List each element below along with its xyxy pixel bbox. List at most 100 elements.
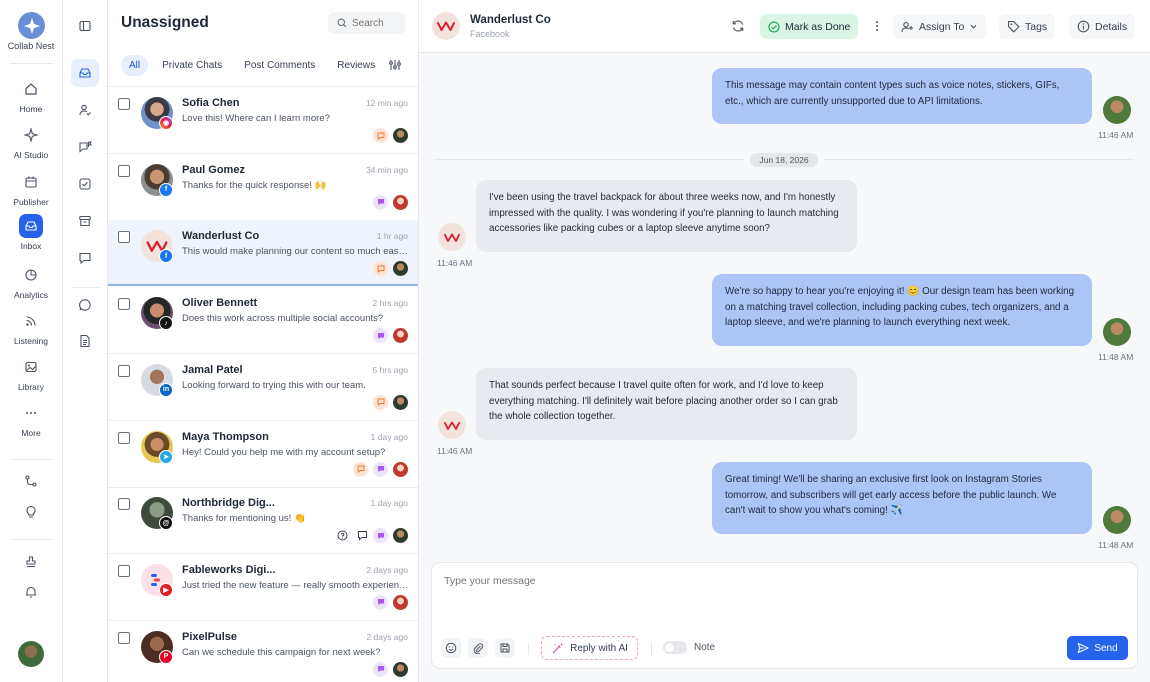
rail-item-analytics[interactable]: Analytics — [0, 263, 62, 303]
done-checkbox-icon[interactable] — [71, 170, 99, 198]
search-box[interactable] — [328, 12, 405, 34]
rail-item-more[interactable]: More — [0, 401, 62, 441]
check-circle-icon — [768, 20, 780, 33]
attachment-icon[interactable] — [468, 638, 488, 658]
filter-settings-icon[interactable] — [388, 58, 402, 77]
search-icon — [337, 18, 347, 28]
rail-item-label: Analytics — [13, 290, 48, 300]
select-checkbox[interactable] — [118, 498, 130, 511]
conversation-row[interactable]: ➤ Maya Thompson 1 day ago Hey! Could you he… — [108, 421, 418, 487]
rss-icon — [19, 309, 43, 333]
workflow-icon[interactable] — [19, 469, 43, 493]
message-time: 2 hrs ago — [372, 298, 408, 309]
more-vertical-icon[interactable] — [868, 17, 886, 35]
conversation-row[interactable]: @ Northbridge Dig... 1 day ago Thanks for m… — [108, 487, 418, 553]
magic-wand-icon — [552, 642, 564, 653]
assignee-avatar — [393, 128, 408, 143]
assign-to-label: Assign To — [919, 20, 965, 33]
rail-item-home[interactable]: Home — [0, 77, 62, 117]
notification-bell-icon[interactable] — [19, 580, 43, 604]
help-icon[interactable] — [337, 530, 348, 541]
collapse-panel-icon[interactable] — [71, 12, 99, 40]
more-dots-icon — [19, 401, 43, 425]
conversation-row[interactable]: ◉ Sofia Chen 12 min ago Love this! Where ca… — [108, 87, 418, 153]
lightbulb-icon[interactable] — [19, 500, 43, 524]
rail-item-library[interactable]: Library — [0, 355, 62, 395]
stamp-icon[interactable] — [19, 550, 43, 574]
conversation-row[interactable]: ♪ Oliver Bennett 2 hrs ago Does this work a… — [108, 287, 418, 353]
facebook-icon: f — [159, 182, 173, 197]
rail-item-ai-studio[interactable]: AI Studio — [0, 123, 62, 163]
comment-icon[interactable] — [71, 244, 99, 272]
filter-tab-private-chats[interactable]: Private Chats — [154, 55, 230, 76]
mark-as-done-button[interactable]: Mark as Done — [760, 14, 859, 39]
instagram-icon: ◉ — [159, 116, 173, 130]
facebook-icon: f — [159, 249, 173, 264]
tiktok-icon: ♪ — [159, 316, 173, 331]
message-preview: Looking forward to trying this with our … — [182, 379, 366, 391]
tags-button[interactable]: Tags — [999, 14, 1056, 39]
chevron-down-icon — [970, 24, 977, 29]
message-icon[interactable] — [357, 530, 368, 541]
message-time: 1 day ago — [370, 498, 408, 509]
select-checkbox[interactable] — [118, 164, 130, 177]
message-bubble-incoming: I've been using the travel backpack for … — [476, 180, 857, 252]
youtube-icon: ▶ — [159, 582, 173, 597]
calendar-icon — [19, 170, 43, 194]
contact-name: Jamal Patel — [182, 363, 243, 376]
user-avatar[interactable] — [18, 641, 44, 667]
message-preview: Does this work across multiple social ac… — [182, 313, 384, 325]
emoji-icon[interactable] — [441, 638, 461, 658]
select-checkbox[interactable] — [118, 431, 130, 444]
app-logo[interactable] — [18, 12, 45, 39]
send-button[interactable]: Send — [1067, 636, 1128, 660]
contact-name: Maya Thompson — [182, 430, 269, 443]
select-checkbox[interactable] — [118, 631, 130, 644]
conversation-tags — [373, 194, 408, 210]
chat-header: Wanderlust Co Facebook Mark as Done Assi… — [419, 0, 1150, 53]
select-checkbox[interactable] — [118, 98, 130, 110]
select-checkbox[interactable] — [118, 298, 130, 311]
archive-icon[interactable] — [71, 207, 99, 235]
filter-tab-all[interactable]: All — [121, 55, 149, 76]
assigned-user-icon[interactable] — [71, 96, 99, 124]
tag-icon — [1007, 20, 1020, 33]
inbox-tray-icon[interactable] — [71, 59, 99, 87]
conversation-row[interactable]: f Wanderlust Co 1 hr ago This would make pl… — [108, 220, 418, 287]
message-time: 12 min ago — [365, 98, 408, 108]
details-button[interactable]: Details — [1069, 14, 1136, 39]
reply-with-ai-button[interactable]: Reply with AI — [541, 636, 638, 660]
conversation-row[interactable]: in Jamal Patel 5 hrs ago Looking forward to… — [108, 354, 418, 420]
rail-item-publisher[interactable]: Publisher — [0, 170, 62, 210]
rail-item-listening[interactable]: Listening — [0, 309, 62, 349]
conversation-tags — [337, 528, 408, 544]
search-input[interactable] — [352, 17, 402, 29]
conversation-row[interactable]: ▶ Fableworks Digi... 2 days ago Just tried … — [108, 554, 418, 620]
message-input[interactable] — [444, 575, 1124, 625]
whatsapp-icon[interactable] — [71, 291, 99, 319]
select-checkbox[interactable] — [118, 231, 130, 244]
refresh-icon[interactable] — [729, 17, 747, 35]
message-preview: Can we schedule this campaign for next w… — [182, 646, 381, 658]
assignee-avatar — [393, 328, 408, 344]
filter-tab-reviews[interactable]: Reviews — [329, 55, 383, 76]
image-icon — [19, 355, 43, 379]
conversation-row[interactable]: f Paul Gomez 34 min ago Thanks for the quic… — [108, 154, 418, 220]
select-checkbox[interactable] — [118, 364, 130, 377]
saved-replies-icon[interactable] — [495, 638, 515, 658]
conversation-row[interactable]: P PixelPulse 2 days ago Can we schedule thi… — [108, 621, 418, 682]
note-toggle[interactable] — [663, 641, 687, 654]
message-preview: Hey! Could you help me with my account s… — [182, 446, 386, 458]
rail-item-inbox[interactable]: Inbox — [0, 214, 62, 254]
private-chat-icon — [373, 194, 388, 210]
conversation-tags — [373, 128, 408, 143]
select-checkbox[interactable] — [118, 564, 130, 577]
send-icon — [1077, 642, 1089, 654]
assign-to-button[interactable]: Assign To — [893, 14, 987, 39]
filter-tab-post-comments[interactable]: Post Comments — [236, 55, 323, 76]
document-icon[interactable] — [71, 327, 99, 355]
flagged-chat-icon[interactable] — [71, 133, 99, 161]
conversation-tags — [373, 261, 408, 277]
message-time: 11:48 AM — [1098, 352, 1134, 362]
message-preview: Just tried the new feature — really smoo… — [182, 579, 409, 591]
